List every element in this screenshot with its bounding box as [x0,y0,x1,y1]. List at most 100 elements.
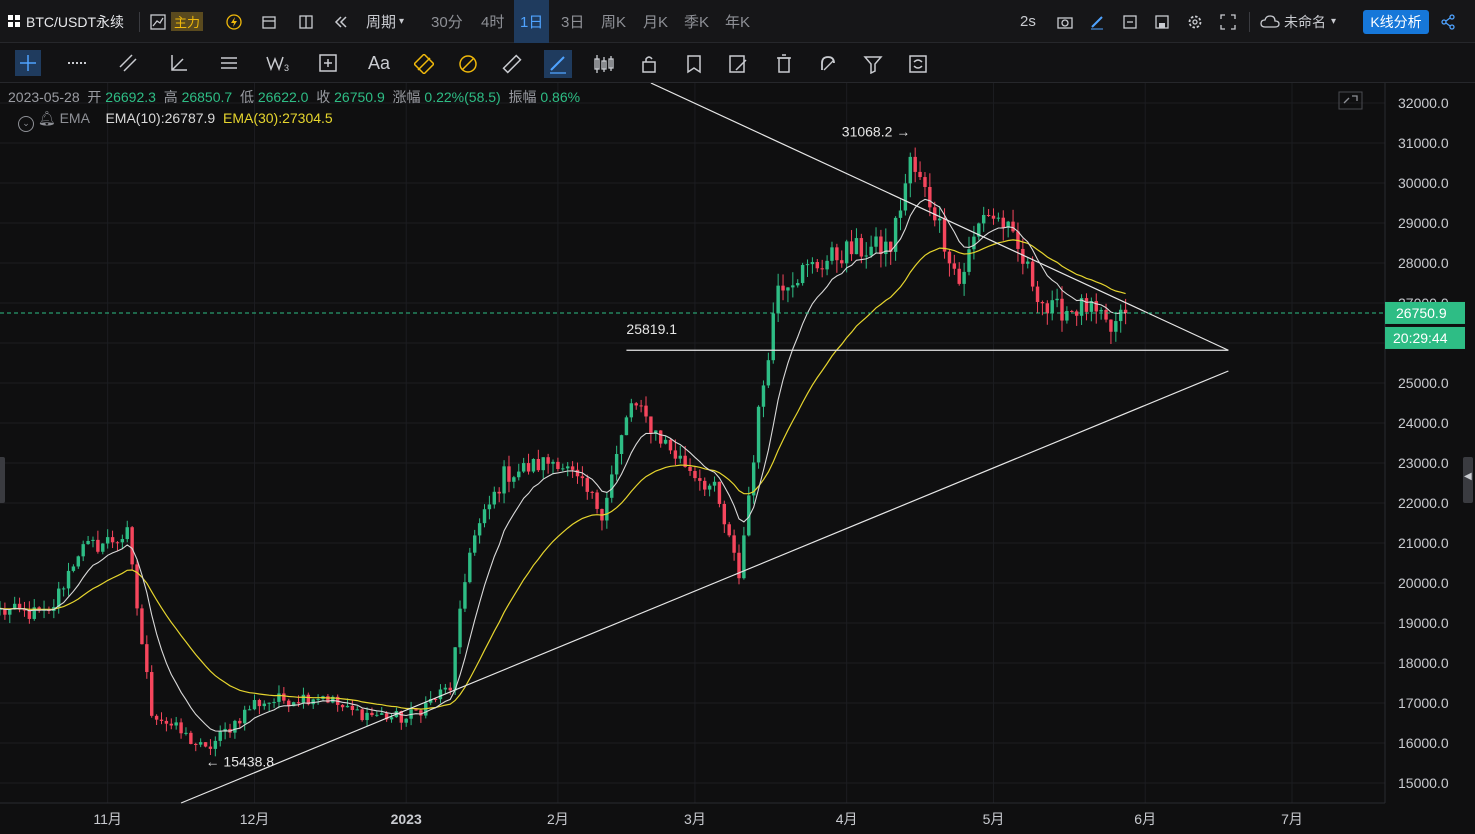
tab-timeframe-1d[interactable]: 1日 [514,0,550,43]
add-box-icon[interactable] [316,53,340,73]
wave-icon[interactable]: 3 [265,53,293,73]
save-icon[interactable] [1153,13,1170,30]
pen-icon[interactable] [1088,13,1105,30]
ruler-icon[interactable] [500,53,524,75]
text-icon[interactable]: Aa [366,51,392,75]
tab-timeframe-30m[interactable]: 30分 [431,0,463,43]
alert-bell-icon[interactable]: 🔔︎ [38,110,56,126]
symbol-grid-icon[interactable] [7,14,21,28]
candle-body [448,687,452,691]
candle-body [614,454,619,475]
time-tick-label: 11月 [93,811,122,827]
price-annotation[interactable]: 31068.2 → [842,123,911,139]
candle-body [164,720,169,724]
candle-body [120,539,125,543]
sync-icon[interactable] [907,53,929,75]
trend-lines-icon[interactable] [114,53,142,73]
camera-icon[interactable] [1056,13,1073,30]
right-panel-handle[interactable]: ◀ [1463,457,1473,503]
low-value: 26622.0 [257,89,309,105]
candle-body [668,439,673,451]
layout-icon[interactable] [297,13,314,30]
angle-icon[interactable] [167,53,191,73]
kline-analysis-button[interactable]: K线分析 [1363,10,1429,34]
tab-timeframe-year[interactable]: 年K [725,0,750,43]
share-icon[interactable] [1439,13,1456,30]
brush-icon[interactable] [544,50,572,78]
chart-type-icon[interactable] [149,13,166,30]
trash-icon[interactable] [773,53,795,75]
price-annotation[interactable]: ← 15438.8 [206,753,275,769]
cloud-icon[interactable] [1260,13,1280,30]
left-panel-handle[interactable] [0,457,5,503]
pattern-icon[interactable] [456,53,480,75]
candle-body [1040,301,1045,304]
candle-body [355,709,359,711]
candle-body [477,523,482,536]
tab-timeframe-quarter[interactable]: 季K [684,0,709,43]
candle-body [473,535,477,553]
dotted-line-icon[interactable] [64,53,92,73]
candle-style-icon[interactable] [592,53,616,75]
replay-icon[interactable] [332,13,349,30]
candle-body [130,527,134,565]
tab-timeframe-month[interactable]: 月K [643,0,668,43]
lightning-icon[interactable] [225,13,242,30]
candle-body [972,236,976,250]
candle-body [414,709,418,711]
magnet-icon[interactable] [817,53,839,75]
symbol-name[interactable]: BTC/USDT永续 [26,0,124,43]
candle-body [937,218,942,221]
indicator-name[interactable]: EMA [60,110,90,126]
candle-body [536,458,541,471]
candle-body [580,476,585,479]
crosshair-icon[interactable] [15,50,41,76]
candle-body [830,247,834,261]
candle-body [526,463,531,472]
candle-body [1084,298,1089,312]
candle-body [703,480,707,490]
amplitude-value: 0.86% [540,89,581,105]
candle-body [928,186,932,208]
lock-icon[interactable] [638,53,660,75]
settings-gear-icon[interactable] [1186,13,1203,30]
time-tick-label: 4月 [836,811,858,827]
time-tick-label: 2月 [547,811,569,827]
candle-body [194,743,198,745]
main-indicator-badge[interactable]: 主力 [171,12,204,31]
layout-name-dropdown[interactable]: 未命名 ▾ [1284,0,1336,43]
price-annotation[interactable]: 25819.1 [626,321,677,337]
note-icon[interactable] [1121,13,1138,30]
candle-body [551,461,555,464]
price-tick-label: 22000.0 [1398,495,1449,511]
candle-body [732,535,736,553]
candle-body [27,610,32,619]
price-tick-label: 25000.0 [1398,375,1449,391]
period-dropdown[interactable]: 周期 ▾ [366,0,404,43]
tab-timeframe-week[interactable]: 周K [601,0,626,43]
filter-icon[interactable] [862,53,884,75]
candle-body [375,714,379,716]
calendar-icon[interactable] [260,13,277,30]
gann-icon[interactable] [412,53,436,75]
parallel-lines-icon[interactable] [217,53,241,73]
candle-body [771,313,775,361]
fullscreen-icon[interactable] [1219,13,1236,30]
candle-body [1021,248,1025,264]
candle-body [1074,311,1079,316]
hide-indicator-icon[interactable]: ⌄ [18,116,34,132]
price-chart[interactable]: 31068.2 → 25819.1 ← 15438.8 32000.0 31000.0… [0,83,1475,834]
candle-body [203,742,208,747]
edit-list-icon[interactable] [727,53,749,75]
candle-body [541,457,545,471]
candle-body [781,285,785,291]
candle-body [497,491,501,494]
refresh-interval[interactable]: 2s [1020,0,1036,43]
candle-body [570,466,575,470]
bookmark-icon[interactable] [683,53,705,75]
candle-body [8,609,12,615]
candle-body [761,385,766,407]
tab-timeframe-3d[interactable]: 3日 [561,0,584,43]
candle-body [756,406,761,463]
tab-timeframe-4h[interactable]: 4时 [481,0,504,43]
